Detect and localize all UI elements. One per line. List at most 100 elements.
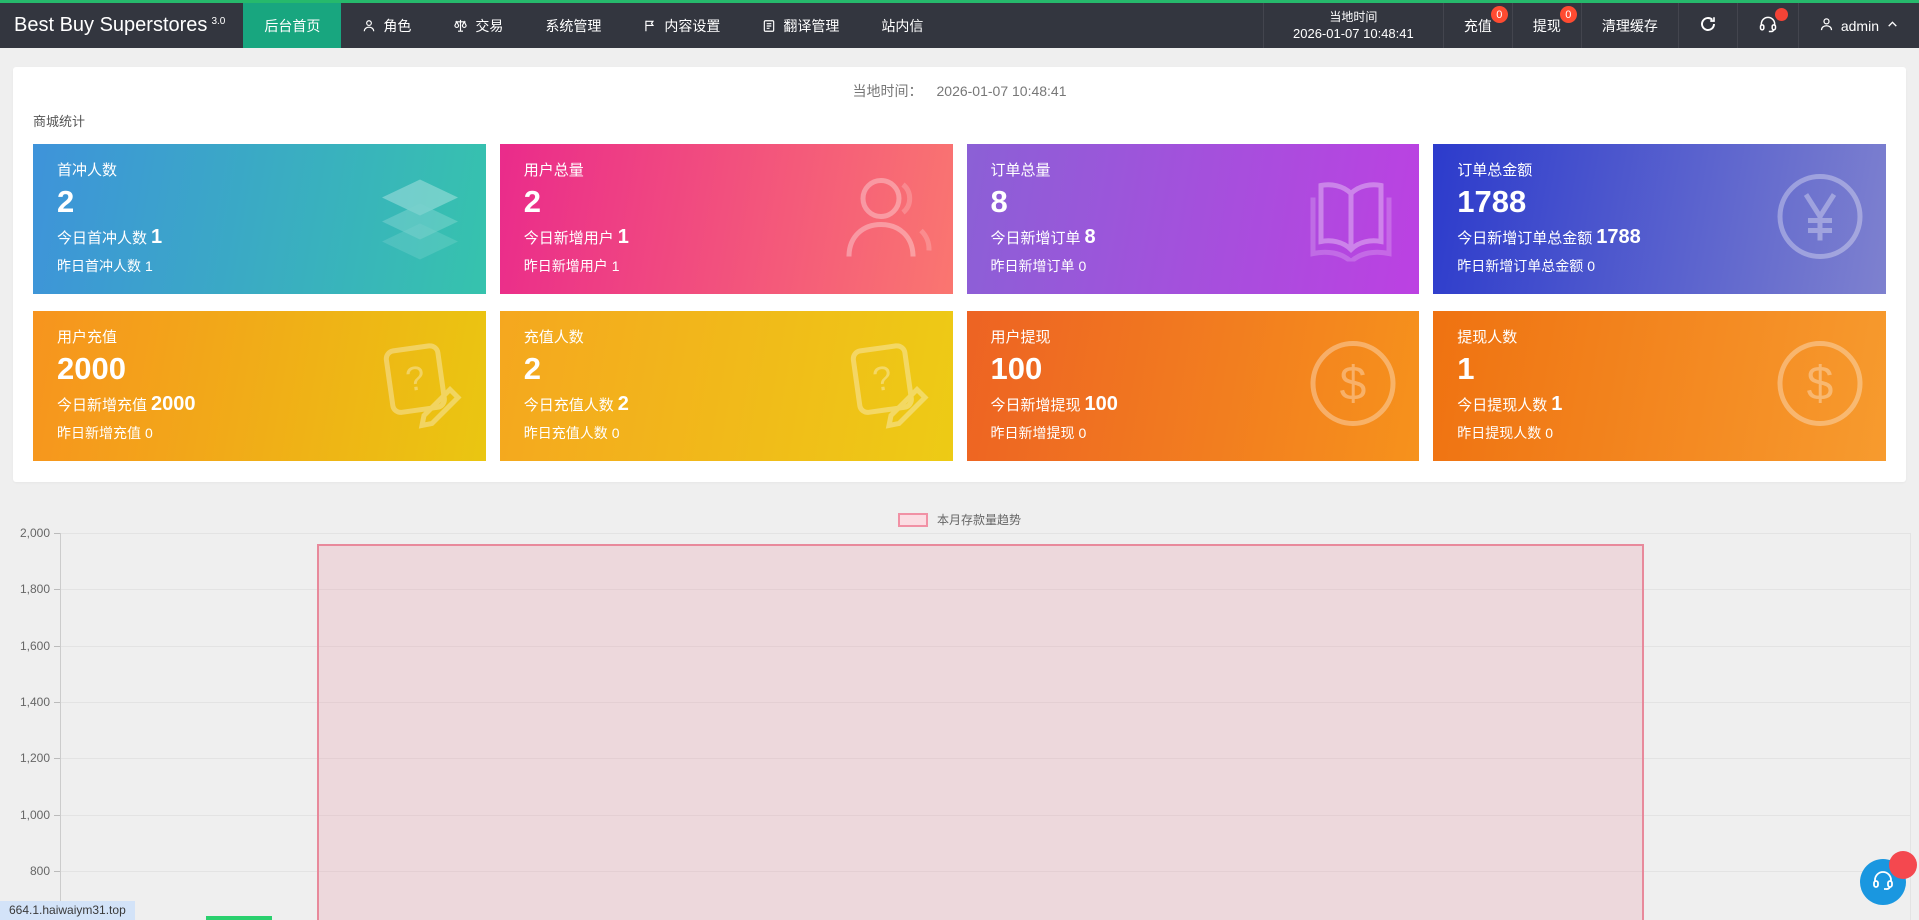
deposit-area-series [317, 544, 1644, 920]
refresh-icon [1699, 15, 1717, 36]
card-today-value: 1 [151, 226, 162, 248]
card-today-value: 100 [1085, 393, 1118, 415]
menu-item-roles[interactable]: 角色 [341, 3, 432, 48]
card-yesterday-label: 昨日新增用户 [524, 258, 608, 274]
recharge-button[interactable]: 充值 0 [1443, 3, 1512, 48]
menu-item-home[interactable]: 后台首页 [243, 3, 341, 48]
card-yesterday-label: 昨日提现人数 [1457, 425, 1541, 441]
menu-item-content[interactable]: 内容设置 [622, 3, 741, 48]
card-yesterday-value: 0 [1587, 258, 1595, 274]
card-today-value: 2 [618, 393, 629, 415]
user-icon [837, 169, 933, 270]
card-yesterday-label: 昨日新增充值 [57, 425, 141, 441]
card-yesterday-value: 0 [1545, 425, 1553, 441]
top-navbar: Best Buy Superstores 3.0 后台首页 角色 交易 系统管理… [0, 0, 1919, 48]
y-axis-label: 1,400 [2, 696, 50, 708]
brand-name: Best Buy Superstores [14, 14, 207, 37]
stat-card-total-orders: 订单总量 8 今日新增订单8 昨日新增订单0 [967, 144, 1420, 294]
stat-card-order-amount: 订单总金额 1788 今日新增订单总金额1788 昨日新增订单总金额0 [1433, 144, 1886, 294]
card-today-label: 今日提现人数 [1457, 397, 1547, 414]
menu-item-trade[interactable]: 交易 [432, 3, 524, 48]
y-axis-label: 1,600 [2, 640, 50, 652]
card-today-label: 今日充值人数 [524, 397, 614, 414]
recharge-label: 充值 [1464, 16, 1492, 36]
card-yesterday-label: 昨日充值人数 [524, 425, 608, 441]
card-today-label: 今日新增订单总金额 [1457, 230, 1592, 247]
menu-label: 站内信 [881, 16, 923, 36]
stat-card-recharge-users: 充值人数 2 今日充值人数2 昨日充值人数0 ? [500, 311, 953, 461]
panel-time-value: 2026-01-07 10:48:41 [937, 83, 1067, 99]
local-time-value: 2026-01-07 10:48:41 [1293, 25, 1414, 42]
card-yesterday-value: 0 [145, 425, 153, 441]
card-today-label: 今日新增提现 [991, 397, 1081, 414]
username: admin [1841, 18, 1879, 34]
svg-text:?: ? [403, 359, 427, 399]
stat-card-user-withdraw: 用户提现 100 今日新增提现100 昨日新增提现0 $ [967, 311, 1420, 461]
translate-book-icon [762, 19, 776, 33]
recharge-badge: 0 [1491, 6, 1508, 23]
notification-dot [1775, 8, 1788, 21]
card-yesterday-label: 昨日新增提现 [991, 425, 1075, 441]
panel-time-label: 当地时间： [853, 83, 923, 99]
card-today-value: 1 [618, 226, 629, 248]
card-yesterday-value: 0 [612, 425, 620, 441]
main-menu: 后台首页 角色 交易 系统管理 内容设置 翻译管理 站内信 [243, 3, 944, 48]
legend-swatch [898, 513, 928, 527]
stat-card-first-charge-users: 首冲人数 2 今日首冲人数1 昨日首冲人数1 [33, 144, 486, 294]
flag-icon [643, 19, 657, 33]
clipped-green-element [206, 916, 272, 920]
chevron-up-icon [1886, 18, 1899, 34]
y-axis-label: 1,800 [2, 583, 50, 595]
support-button[interactable] [1737, 3, 1798, 48]
withdraw-button[interactable]: 提现 0 [1512, 3, 1581, 48]
stat-card-total-users: 用户总量 2 今日新增用户1 昨日新增用户1 [500, 144, 953, 294]
card-today-value: 8 [1085, 226, 1096, 248]
stat-card-user-recharge: 用户充值 2000 今日新增充值2000 昨日新增充值0 ? [33, 311, 486, 461]
card-today-label: 今日新增用户 [524, 230, 614, 247]
user-menu[interactable]: admin [1798, 3, 1919, 48]
menu-label: 系统管理 [545, 16, 601, 36]
card-today-value: 2000 [151, 393, 196, 415]
doc-question-icon: ? [841, 338, 933, 435]
y-axis-label: 2,000 [2, 527, 50, 539]
clear-cache-button[interactable]: 清理缓存 [1581, 3, 1678, 48]
panel-local-time: 当地时间： 2026-01-07 10:48:41 [13, 67, 1906, 101]
menu-item-messages[interactable]: 站内信 [860, 3, 944, 48]
card-yesterday-label: 昨日首冲人数 [57, 258, 141, 274]
card-today-value: 1788 [1596, 226, 1641, 248]
browser-status-bar: 664.1.haiwaiym31.top [0, 901, 135, 920]
stat-cards-grid: 首冲人数 2 今日首冲人数1 昨日首冲人数1 用户总量 2 今日新增用户1 昨日… [33, 144, 1886, 461]
layers-icon [374, 174, 466, 265]
brand-version: 3.0 [211, 16, 225, 27]
svg-text:$: $ [1340, 358, 1367, 411]
refresh-button[interactable] [1678, 3, 1737, 48]
yen-circle-icon [1774, 171, 1866, 268]
scales-icon [453, 18, 468, 33]
card-today-value: 1 [1551, 393, 1562, 415]
card-yesterday-value: 0 [1079, 425, 1087, 441]
y-axis-label: 800 [2, 865, 50, 877]
y-axis-label: 1,000 [2, 809, 50, 821]
stats-panel: 当地时间：2026-01-07 10:48:41 商城统计 首冲人数 2 今日首… [13, 67, 1906, 482]
card-yesterday-value: 1 [612, 258, 620, 274]
card-today-label: 今日新增订单 [991, 230, 1081, 247]
card-today-label: 今日新增充值 [57, 397, 147, 414]
menu-item-translate[interactable]: 翻译管理 [741, 3, 860, 48]
local-time-display: 当地时间 2026-01-07 10:48:41 [1263, 3, 1443, 48]
stat-card-withdraw-users: 提现人数 1 今日提现人数1 昨日提现人数0 $ [1433, 311, 1886, 461]
navbar-right: 当地时间 2026-01-07 10:48:41 充值 0 提现 0 清理缓存 … [1263, 3, 1919, 48]
menu-label: 翻译管理 [783, 16, 839, 36]
open-book-icon [1303, 172, 1399, 267]
withdraw-badge: 0 [1560, 6, 1577, 23]
menu-label: 内容设置 [664, 16, 720, 36]
dollar-circle-icon: $ [1774, 338, 1866, 435]
clear-cache-label: 清理缓存 [1602, 16, 1658, 36]
menu-item-system[interactable]: 系统管理 [524, 3, 622, 48]
brand-logo[interactable]: Best Buy Superstores 3.0 [0, 3, 243, 48]
card-yesterday-value: 0 [1079, 258, 1087, 274]
user-icon [1819, 17, 1834, 35]
card-yesterday-label: 昨日新增订单总金额 [1457, 258, 1583, 274]
menu-label: 角色 [383, 16, 411, 36]
chart-legend[interactable]: 本月存款量趋势 [0, 511, 1919, 528]
menu-label: 交易 [475, 16, 503, 36]
